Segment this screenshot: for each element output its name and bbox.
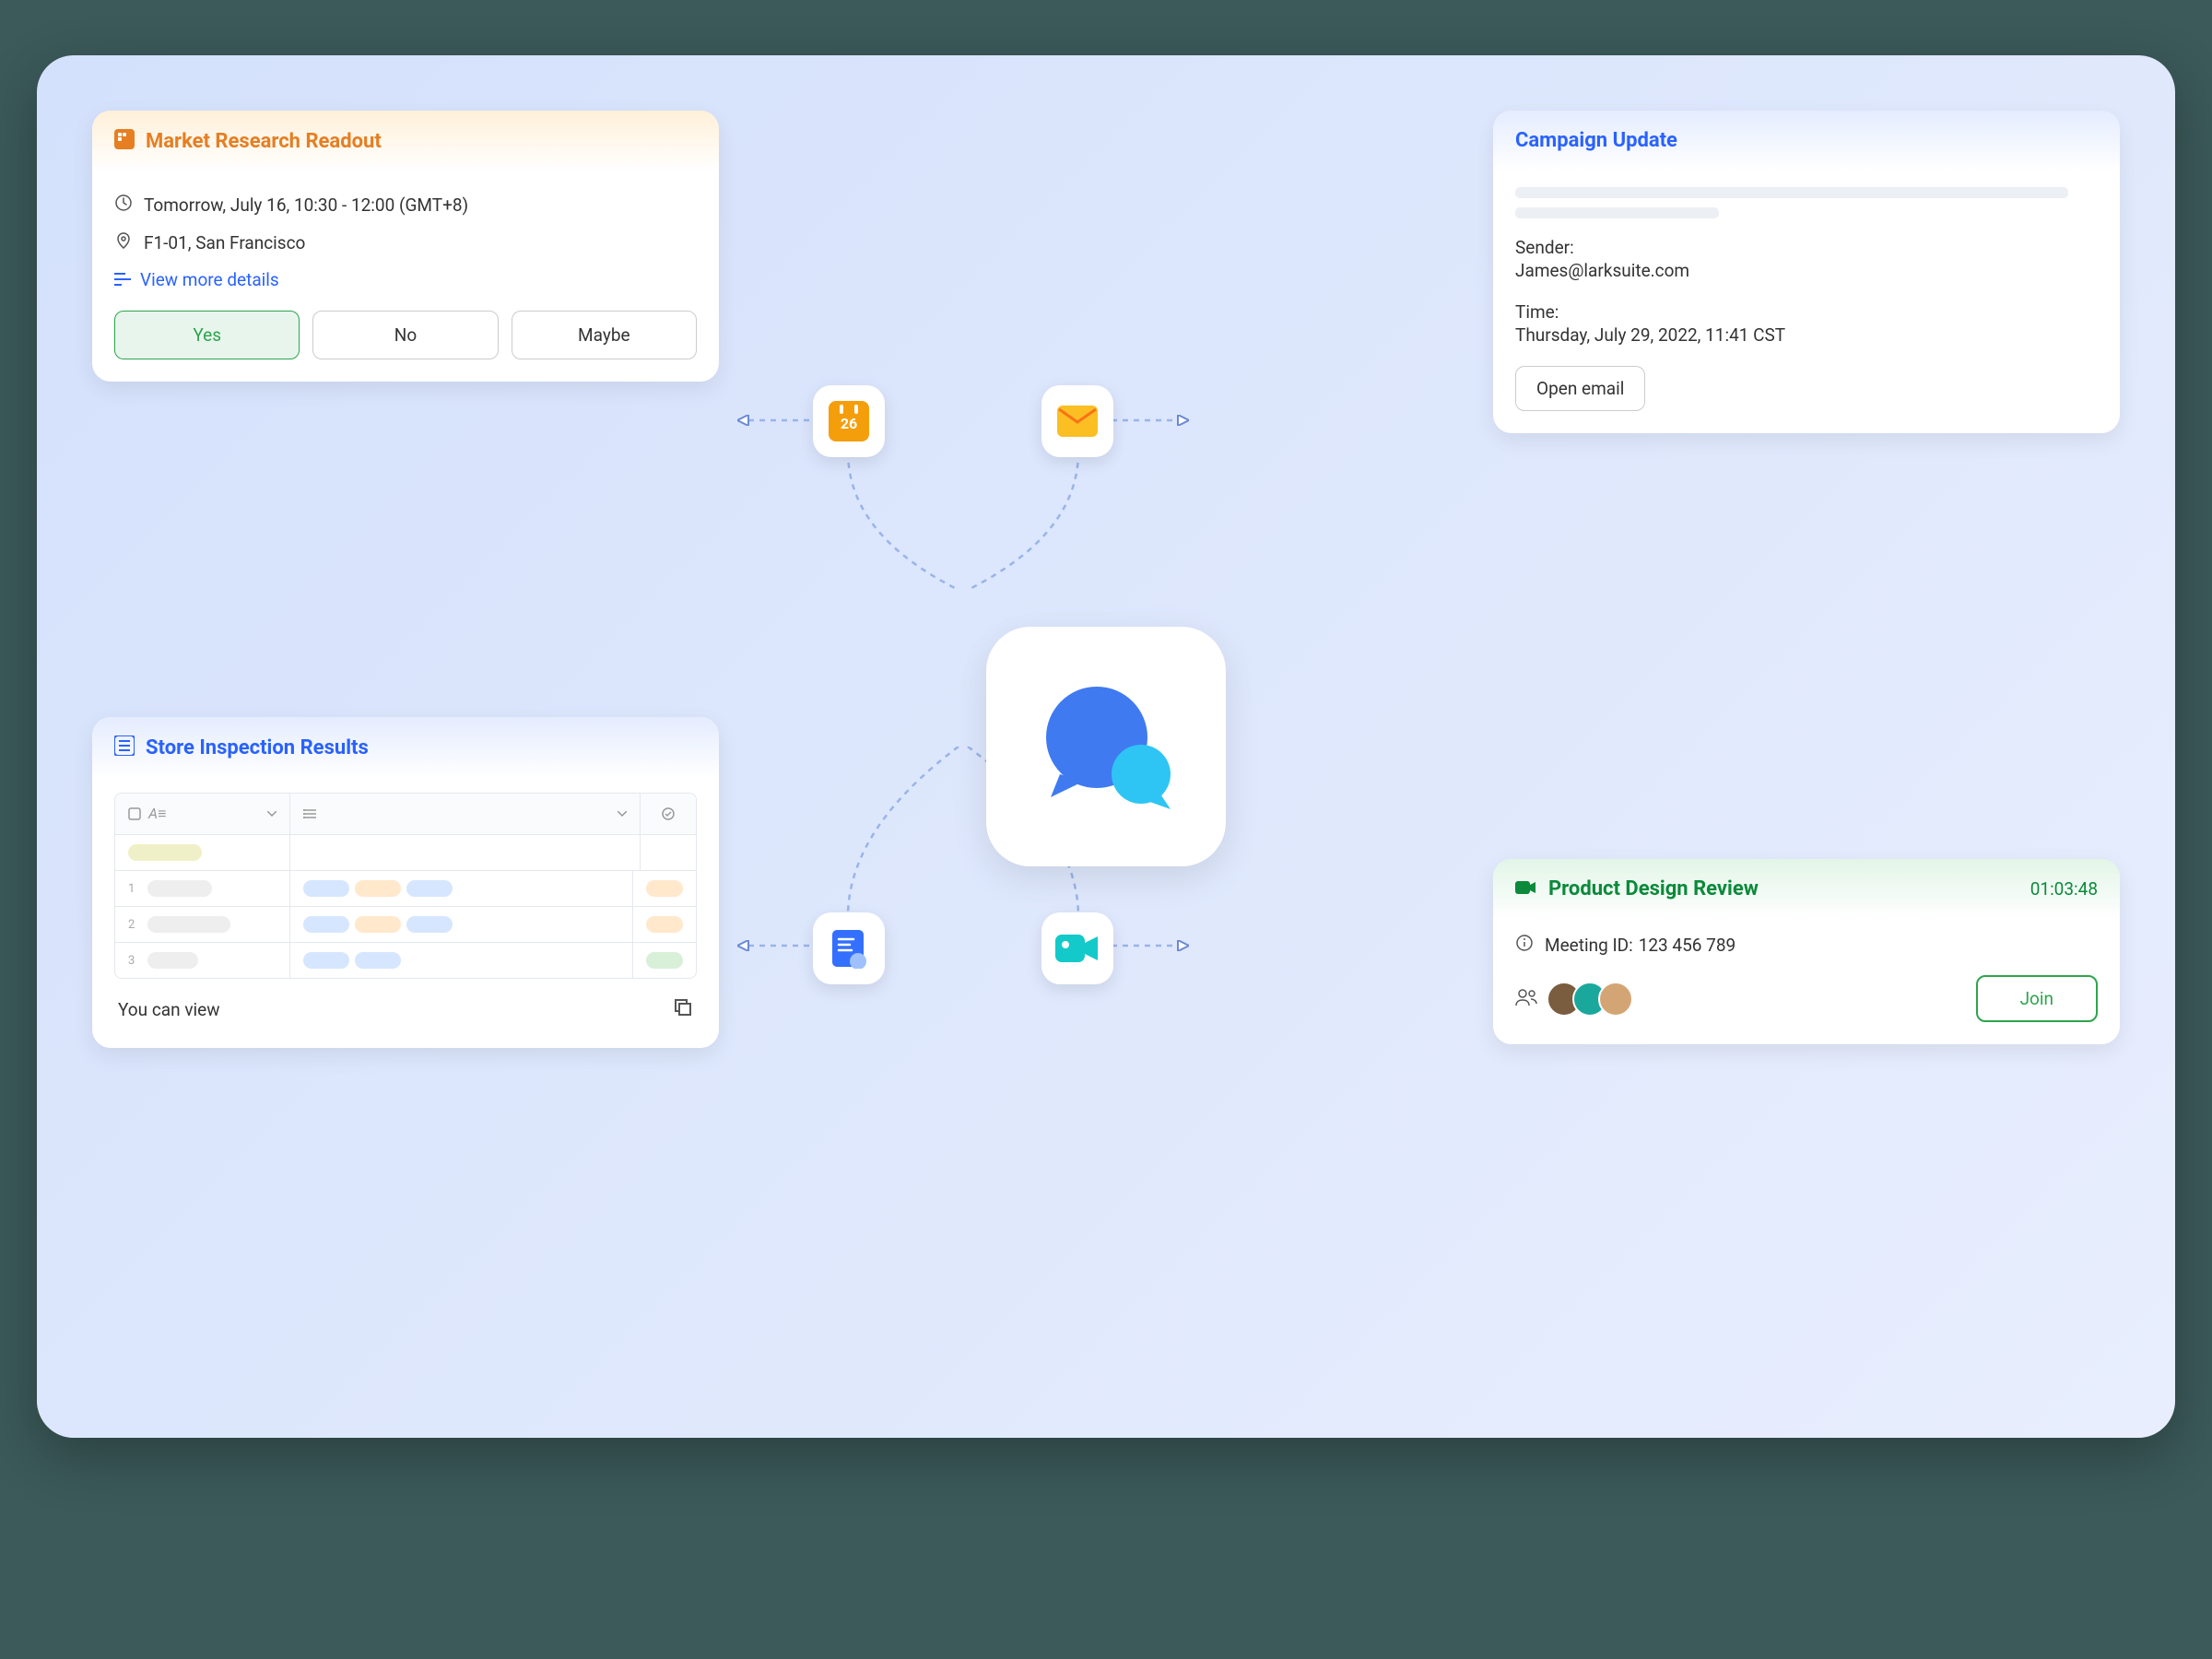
- video-app-icon[interactable]: [1041, 912, 1113, 984]
- participants-icon: [1515, 988, 1537, 1010]
- table-row: 2: [115, 907, 696, 943]
- participant-avatars: [1547, 982, 1624, 1017]
- dashboard-canvas: Market Research Readout Tomorrow, July 1…: [37, 55, 2175, 1438]
- table-header-col-3[interactable]: [641, 794, 696, 834]
- meeting-id-label: Meeting ID:: [1545, 935, 1633, 956]
- store-inspection-card: Store Inspection Results A≡: [92, 717, 719, 1048]
- email-card: Campaign Update Sender: James@larksuite.…: [1493, 111, 2120, 433]
- calendar-title: Market Research Readout: [146, 130, 382, 153]
- info-icon: [1515, 934, 1534, 957]
- sheet-icon: [114, 735, 135, 759]
- store-title: Store Inspection Results: [146, 736, 369, 759]
- email-preview-skeleton: [1515, 187, 2098, 218]
- video-meeting-card: Product Design Review 01:03:48 Meeting I…: [1493, 859, 2120, 1044]
- open-email-button[interactable]: Open email: [1515, 366, 1645, 411]
- table-header-col-2[interactable]: [290, 794, 641, 834]
- yes-button[interactable]: Yes: [114, 311, 300, 359]
- meeting-id-value: 123 456 789: [1639, 935, 1736, 956]
- calendar-event-card: Market Research Readout Tomorrow, July 1…: [92, 111, 719, 382]
- svg-text:26: 26: [841, 415, 857, 432]
- table-row: [115, 835, 696, 871]
- copy-icon[interactable]: [673, 997, 693, 1022]
- calendar-app-icon[interactable]: 26: [813, 385, 885, 457]
- maybe-button[interactable]: Maybe: [512, 311, 697, 359]
- calendar-icon: [114, 129, 135, 153]
- table-row: 1: [115, 871, 696, 907]
- time-label: Time:: [1515, 301, 2098, 323]
- docs-app-icon[interactable]: [813, 912, 885, 984]
- table-row: 3: [115, 943, 696, 978]
- meeting-timer: 01:03:48: [2030, 878, 2098, 900]
- email-title: Campaign Update: [1515, 129, 1677, 152]
- time-value: Thursday, July 29, 2022, 11:41 CST: [1515, 324, 2098, 346]
- mail-app-icon[interactable]: [1041, 385, 1113, 457]
- messenger-app-icon: [986, 627, 1226, 866]
- view-more-details-link[interactable]: View more details: [114, 269, 697, 290]
- inspection-table: A≡ 1: [114, 793, 697, 979]
- video-camera-icon: [1515, 879, 1537, 900]
- table-header-col-1[interactable]: A≡: [115, 794, 290, 834]
- sender-label: Sender:: [1515, 237, 2098, 258]
- event-time: Tomorrow, July 16, 10:30 - 12:00 (GMT+8): [144, 194, 468, 216]
- details-icon: [114, 269, 131, 290]
- location-icon: [114, 231, 133, 254]
- event-location: F1-01, San Francisco: [144, 232, 305, 253]
- sender-value: James@larksuite.com: [1515, 260, 2098, 281]
- store-footer-text: You can view: [118, 999, 220, 1020]
- video-title: Product Design Review: [1548, 877, 1759, 900]
- clock-icon: [114, 194, 133, 217]
- no-button[interactable]: No: [312, 311, 498, 359]
- join-button[interactable]: Join: [1976, 975, 2098, 1022]
